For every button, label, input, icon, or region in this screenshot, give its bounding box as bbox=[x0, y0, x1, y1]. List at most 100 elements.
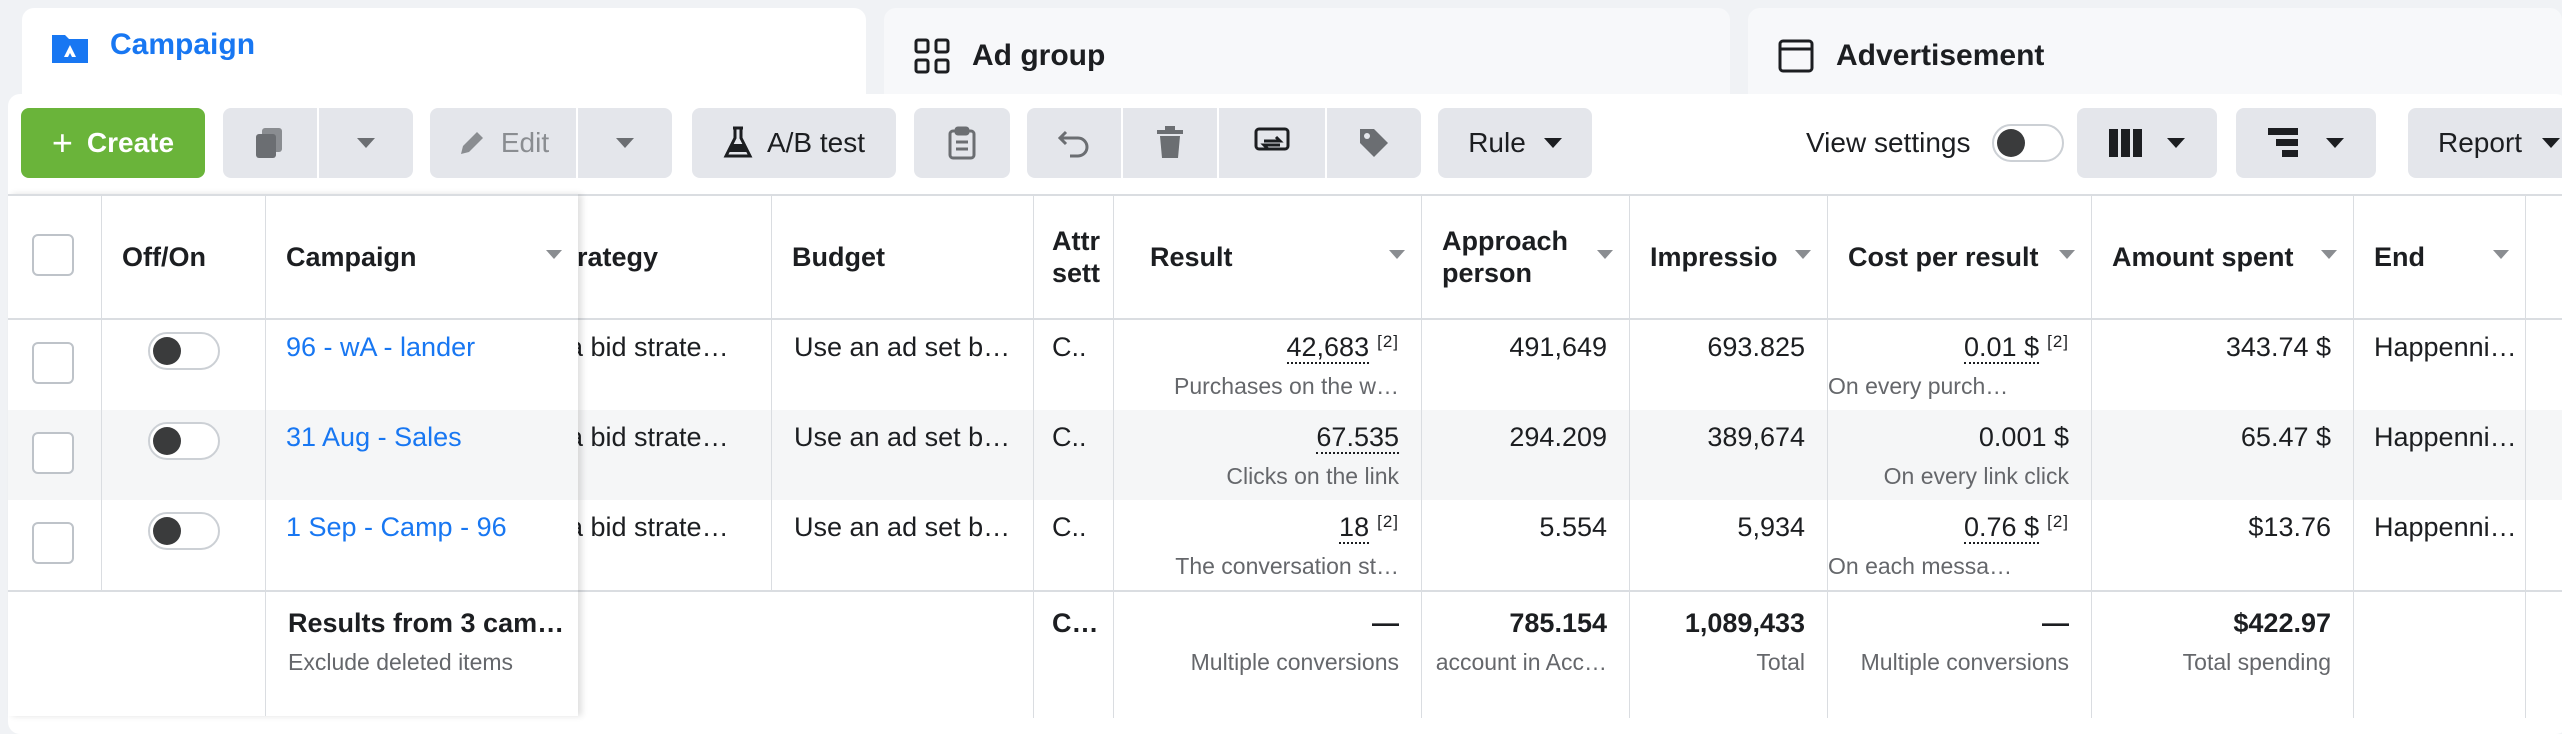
rule-button[interactable]: Rule bbox=[1438, 108, 1592, 178]
col-impressions[interactable]: Impressio bbox=[1630, 196, 1828, 318]
cost-cell: 0.76 $ [2] On each messa… bbox=[1828, 500, 2092, 590]
totals-impressions: 1,089,433 Total bbox=[1630, 592, 1828, 718]
col-strategy[interactable]: trategy bbox=[568, 196, 772, 318]
totals-approach: 785.154 account in Acc… bbox=[1422, 592, 1630, 718]
campaign-link[interactable]: 1 Sep - Camp - 96 bbox=[286, 512, 507, 542]
select-all-checkbox[interactable] bbox=[32, 234, 74, 276]
tag-button[interactable] bbox=[1327, 108, 1421, 178]
create-button[interactable]: + Create bbox=[21, 108, 205, 178]
cost-cell: 0.01 $ [2] On every purch… bbox=[1828, 320, 2092, 410]
cost-value[interactable]: 0.01 $ bbox=[1964, 332, 2040, 364]
budget-cell: Use an ad set b… bbox=[772, 410, 1034, 500]
approach-cell: 294.209 bbox=[1422, 410, 1630, 500]
delete-button[interactable] bbox=[1123, 108, 1217, 178]
caret-down-icon bbox=[1543, 138, 1562, 148]
result-note: [2] bbox=[1377, 332, 1399, 351]
cost-note: [2] bbox=[2047, 512, 2069, 531]
col-result[interactable]: Result bbox=[1114, 196, 1422, 318]
amount-cell: 343.74 $ bbox=[2092, 320, 2354, 410]
campaign-link[interactable]: 31 Aug - Sales bbox=[286, 422, 462, 452]
sort-caret-icon[interactable] bbox=[2493, 250, 2509, 259]
clipboard-button[interactable] bbox=[914, 108, 1010, 178]
cost-type: On every link click bbox=[1883, 463, 2069, 489]
ad-window-icon bbox=[1776, 36, 1816, 76]
cost-cell: 0.001 $ On every link click bbox=[1828, 410, 2092, 500]
pencil-icon bbox=[460, 132, 483, 154]
strategy-cell: a bid strate… bbox=[568, 500, 772, 590]
attribution-cell: C.. bbox=[1034, 410, 1114, 500]
result-value[interactable]: 67.535 bbox=[1316, 422, 1399, 454]
col-approach-person[interactable]: Approach person bbox=[1422, 196, 1630, 318]
result-value[interactable]: 42,683 bbox=[1286, 332, 1370, 364]
col-campaign[interactable]: Campaign bbox=[266, 196, 578, 318]
clipboard-icon bbox=[948, 126, 976, 160]
caret-down-icon bbox=[357, 138, 375, 148]
tab-ad-group[interactable]: Ad group bbox=[884, 8, 1730, 104]
tab-advertisement[interactable]: Advertisement bbox=[1748, 8, 2562, 104]
columns-icon bbox=[2109, 129, 2142, 157]
sort-caret-icon[interactable] bbox=[546, 250, 562, 259]
folder-icon bbox=[50, 28, 90, 68]
result-type: The conversation st… bbox=[1175, 553, 1399, 579]
totals-label-cell: Results from 3 cam… Exclude deleted item… bbox=[266, 592, 578, 716]
duplicate-button[interactable] bbox=[223, 108, 317, 178]
budget-cell: Use an ad set b… bbox=[772, 500, 1034, 590]
breakdown-button[interactable] bbox=[2236, 108, 2376, 178]
campaign-toggle[interactable] bbox=[148, 422, 220, 460]
edit-dropdown[interactable] bbox=[578, 108, 672, 178]
attribution-cell: C.. bbox=[1034, 320, 1114, 410]
strategy-cell: a bid strate… bbox=[568, 410, 772, 500]
sort-caret-icon[interactable] bbox=[2059, 250, 2075, 259]
sort-caret-icon[interactable] bbox=[1795, 250, 1811, 259]
attribution-cell: C.. bbox=[1034, 500, 1114, 590]
toggle-cell bbox=[102, 500, 266, 590]
campaign-toggle[interactable] bbox=[148, 332, 220, 370]
col-cost-per-result[interactable]: Cost per result bbox=[1828, 196, 2092, 318]
result-type: Clicks on the link bbox=[1226, 463, 1399, 489]
col-attribution-setting[interactable]: Attr sett bbox=[1034, 196, 1114, 318]
col-budget[interactable]: Budget bbox=[772, 196, 1034, 318]
tab-label: Ad group bbox=[972, 39, 1106, 72]
result-value[interactable]: 18 bbox=[1339, 512, 1370, 544]
end-cell: Happenni… bbox=[2354, 410, 2526, 500]
budget-cell: Use an ad set b… bbox=[772, 320, 1034, 410]
caret-down-icon bbox=[2167, 138, 2185, 148]
transfer-button[interactable] bbox=[1219, 108, 1325, 178]
row-checkbox[interactable] bbox=[32, 522, 74, 564]
totals-cost: — Multiple conversions bbox=[1828, 592, 2092, 718]
totals-amount: $422.97 Total spending bbox=[2092, 592, 2354, 718]
sort-caret-icon[interactable] bbox=[2321, 250, 2337, 259]
frozen-header: Off/On Campaign bbox=[8, 194, 578, 320]
campaign-name: 96 - wA - lander bbox=[266, 320, 578, 410]
sort-caret-icon[interactable] bbox=[1389, 250, 1405, 259]
columns-button[interactable] bbox=[2077, 108, 2217, 178]
totals-sub: Exclude deleted items bbox=[288, 649, 514, 675]
ab-test-button[interactable]: A/B test bbox=[692, 108, 896, 178]
view-settings-label: View settings bbox=[1806, 127, 1971, 158]
report-button[interactable]: Report bbox=[2408, 108, 2562, 178]
result-type: Purchases on the w… bbox=[1173, 373, 1399, 399]
view-settings-toggle[interactable] bbox=[1992, 124, 2065, 162]
frozen-row: 96 - wA - lander bbox=[8, 320, 578, 410]
approach-cell: 491,649 bbox=[1422, 320, 1630, 410]
tab-label: Campaign bbox=[110, 28, 256, 61]
campaign-panel: + Create Edit A/B test Rule View setting… bbox=[8, 94, 2562, 734]
sort-caret-icon[interactable] bbox=[1597, 250, 1613, 259]
campaign-toggle[interactable] bbox=[148, 512, 220, 550]
duplicate-dropdown[interactable] bbox=[319, 108, 413, 178]
row-checkbox[interactable] bbox=[32, 342, 74, 384]
trash-icon bbox=[1157, 126, 1183, 158]
undo-button[interactable] bbox=[1027, 108, 1121, 178]
row-select-cell bbox=[8, 500, 102, 590]
campaign-link[interactable]: 96 - wA - lander bbox=[286, 332, 475, 362]
result-note: [2] bbox=[1377, 512, 1399, 531]
row-checkbox[interactable] bbox=[32, 432, 74, 474]
edit-button[interactable]: Edit bbox=[430, 108, 576, 178]
col-end[interactable]: End bbox=[2354, 196, 2526, 318]
col-amount-spent[interactable]: Amount spent bbox=[2092, 196, 2354, 318]
view-settings: View settings bbox=[1806, 108, 2065, 178]
end-cell: Happenni… bbox=[2354, 320, 2526, 410]
frozen-columns: Off/On Campaign 96 - wA - lander 31 Aug … bbox=[8, 194, 578, 716]
cost-value[interactable]: 0.76 $ bbox=[1964, 512, 2040, 544]
breakdown-icon bbox=[2268, 128, 2298, 157]
